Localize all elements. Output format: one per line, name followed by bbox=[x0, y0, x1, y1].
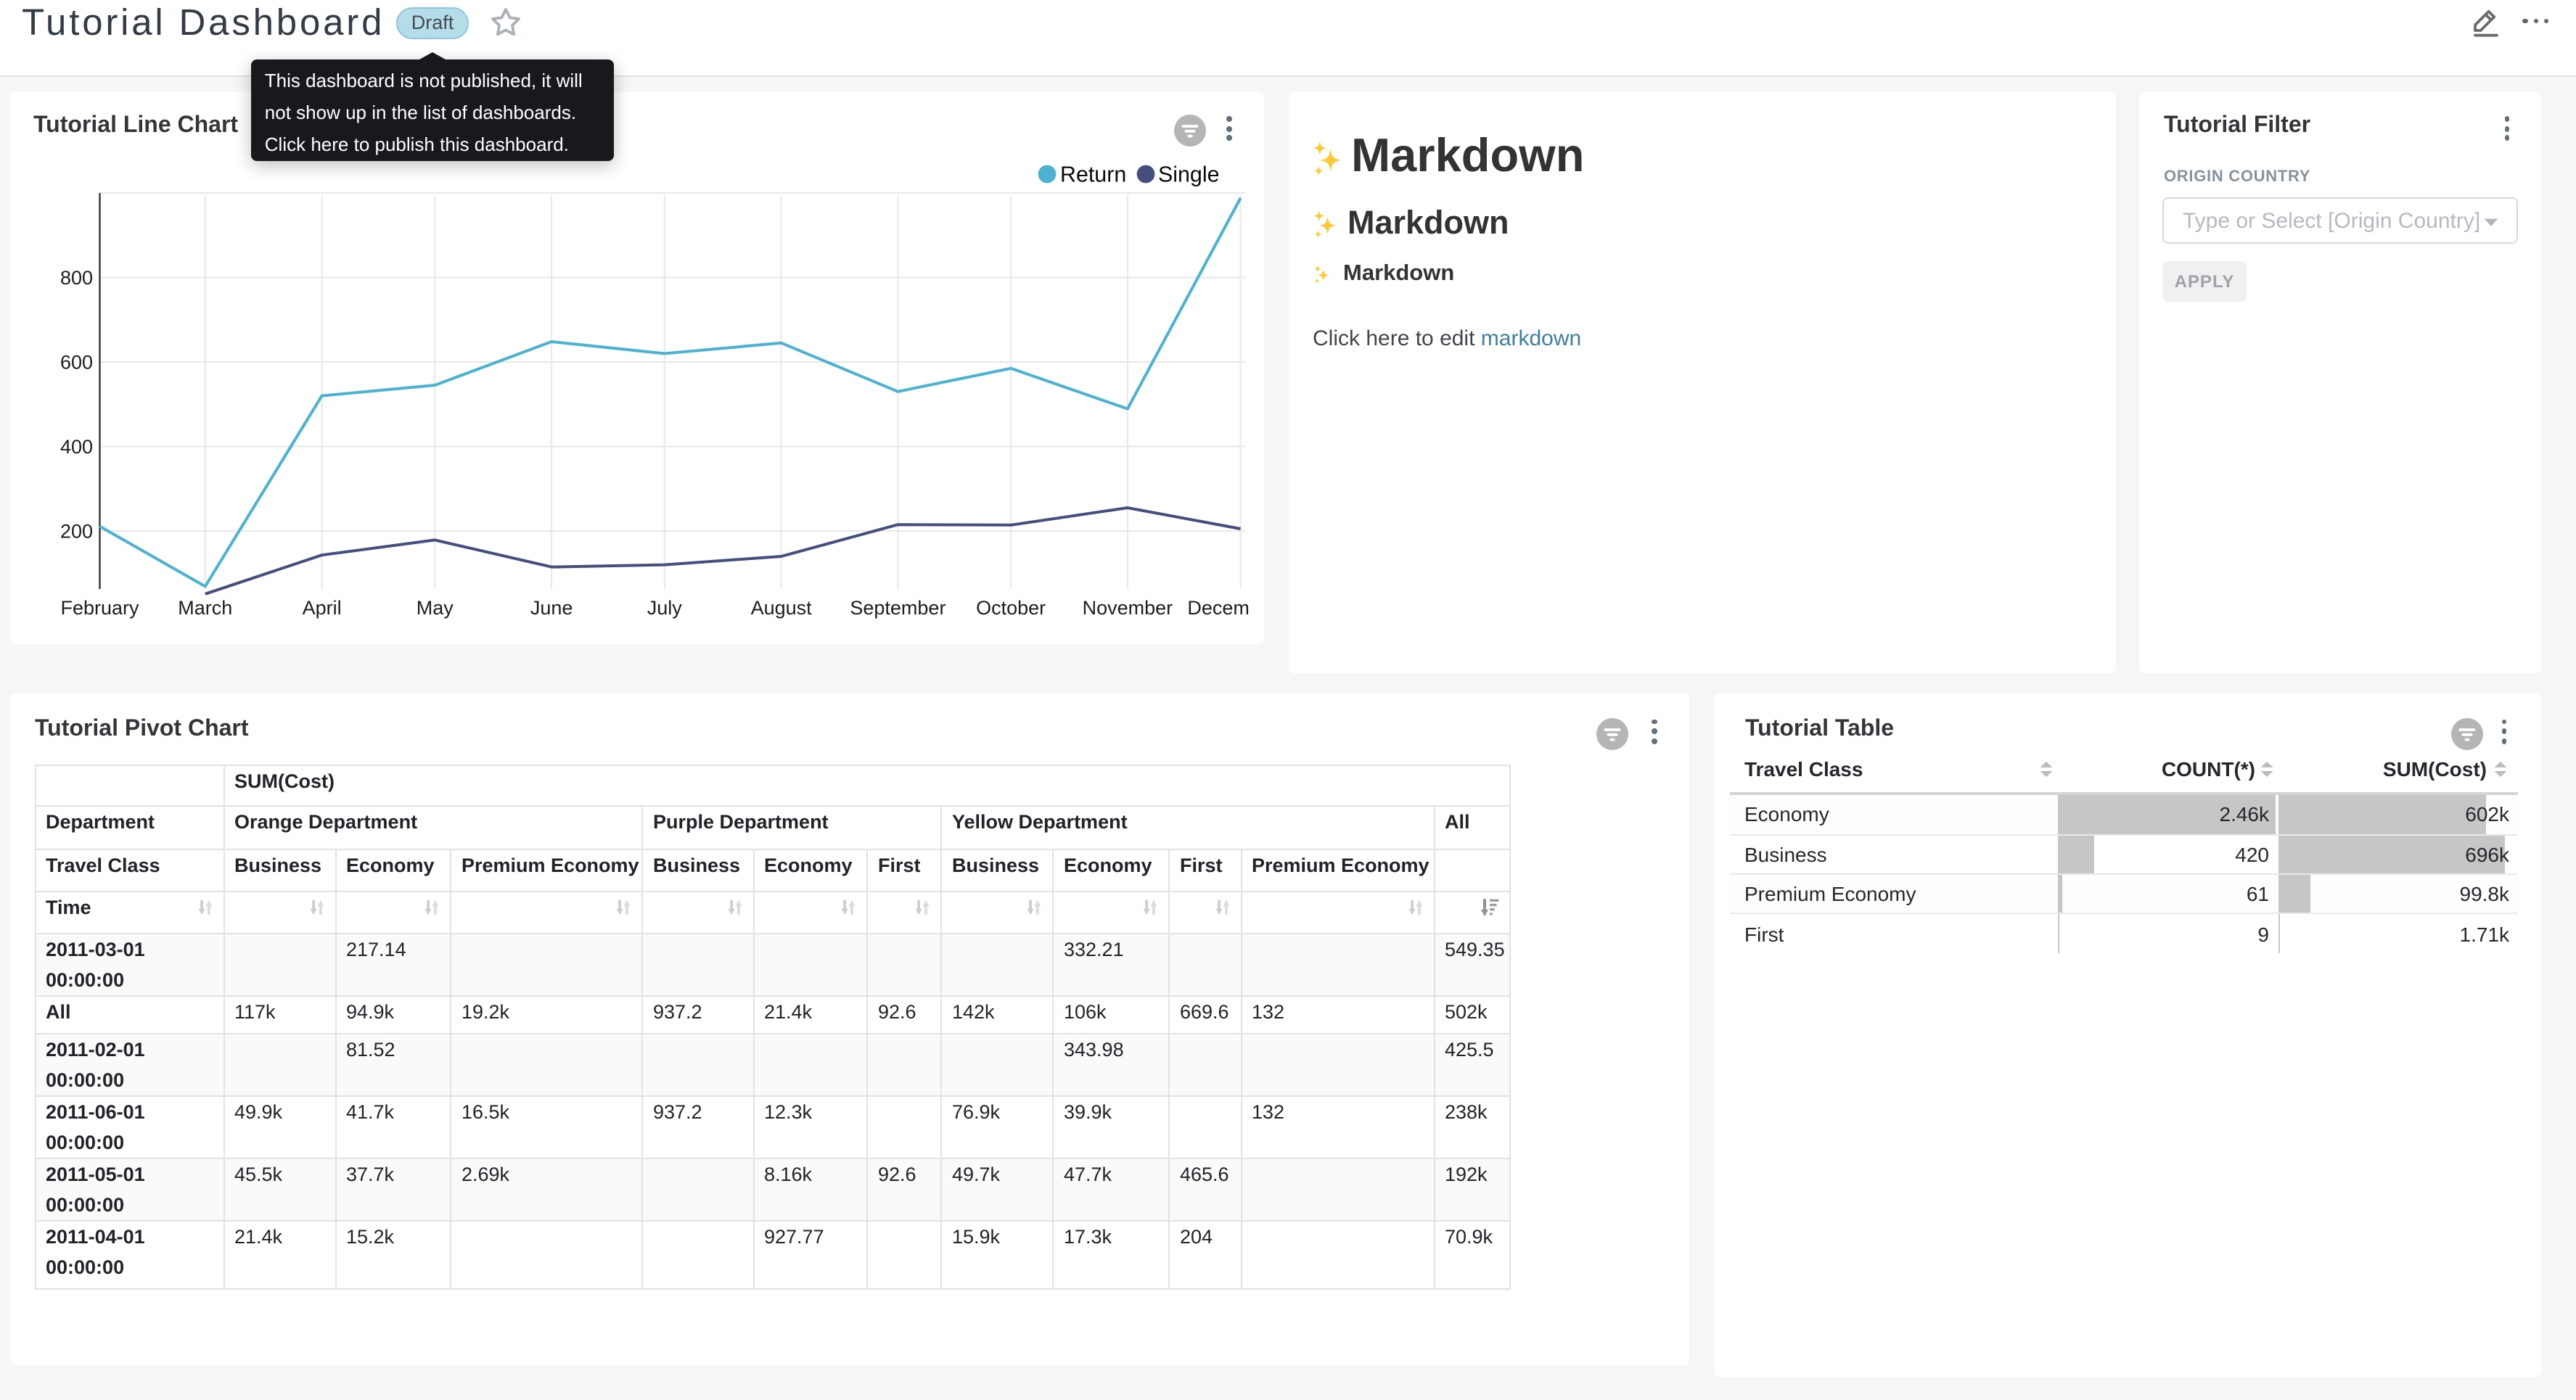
svg-text:September: September bbox=[850, 596, 946, 618]
svg-text:June: June bbox=[530, 596, 573, 618]
svg-text:600: 600 bbox=[60, 350, 93, 372]
svg-text:800: 800 bbox=[60, 266, 93, 288]
svg-text:November: November bbox=[1083, 596, 1173, 618]
svg-text:Return: Return bbox=[1060, 162, 1126, 186]
svg-text:July: July bbox=[647, 596, 683, 618]
svg-text:October: October bbox=[976, 596, 1046, 618]
svg-text:August: August bbox=[751, 596, 813, 618]
svg-text:200: 200 bbox=[60, 519, 93, 541]
svg-text:Single: Single bbox=[1158, 162, 1219, 186]
svg-text:February: February bbox=[60, 596, 139, 618]
svg-text:April: April bbox=[303, 596, 342, 618]
svg-text:400: 400 bbox=[60, 435, 93, 457]
svg-text:March: March bbox=[178, 596, 232, 618]
svg-text:Decem: Decem bbox=[1187, 596, 1250, 618]
svg-text:May: May bbox=[417, 596, 454, 618]
